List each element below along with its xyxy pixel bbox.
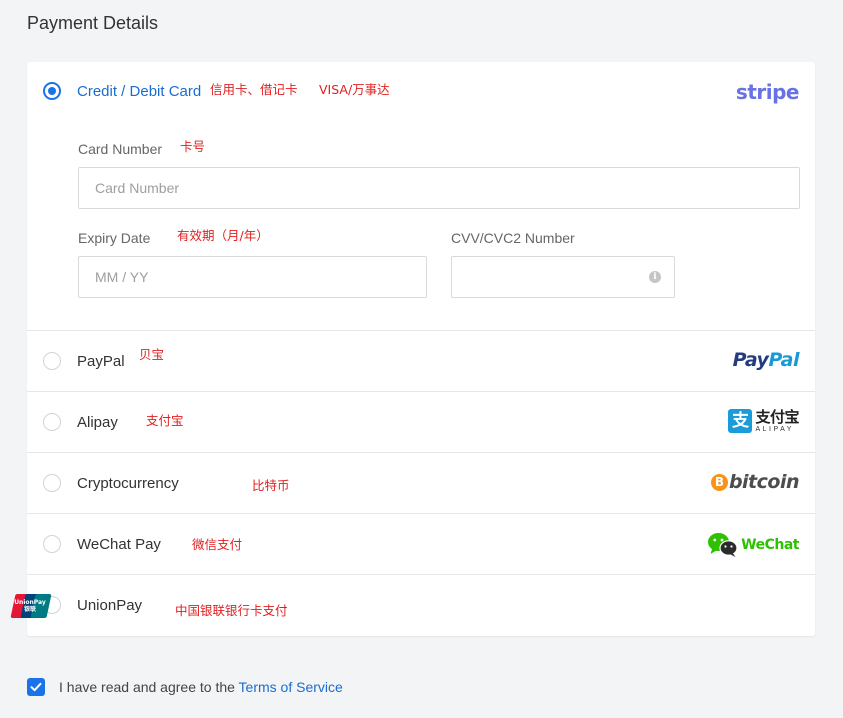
payment-option-crypto[interactable]: Cryptocurrency 比特币 B bitcoin bbox=[27, 452, 815, 513]
unionpay-note: 中国银联银行卡支付 bbox=[175, 603, 288, 618]
card-number-input[interactable] bbox=[78, 167, 800, 209]
terms-agreement: I have read and agree to the Terms of Se… bbox=[59, 679, 343, 695]
page-title: Payment Details bbox=[27, 13, 159, 33]
wechat-label[interactable]: WeChat Pay bbox=[77, 536, 161, 553]
card-number-note: 卡号 bbox=[180, 139, 206, 154]
payment-option-card: Credit / Debit Card 信用卡、借记卡 VISA/万事达 str… bbox=[27, 62, 815, 330]
paypal-radio[interactable] bbox=[43, 352, 61, 370]
wechat-logo: WeChat bbox=[707, 532, 799, 558]
payment-option-paypal[interactable]: PayPal 贝宝 PayPal bbox=[27, 330, 815, 391]
payment-methods-panel: Credit / Debit Card 信用卡、借记卡 VISA/万事达 str… bbox=[10, 62, 815, 636]
terms-text: I have read and agree to the bbox=[59, 679, 239, 695]
wechat-note: 微信支付 bbox=[192, 537, 243, 552]
card-number-label: Card Number bbox=[78, 141, 163, 157]
card-radio[interactable] bbox=[43, 82, 61, 100]
info-icon[interactable]: i bbox=[649, 271, 661, 283]
expiry-date-input[interactable] bbox=[78, 256, 427, 298]
alipay-icon: 支 bbox=[728, 409, 753, 433]
alipay-logo: 支 支付宝 ALIPAY bbox=[728, 409, 799, 433]
expiry-date-note: 有效期（月/年） bbox=[177, 228, 269, 243]
crypto-label[interactable]: Cryptocurrency bbox=[77, 475, 179, 492]
terms-checkbox[interactable] bbox=[27, 678, 45, 696]
crypto-note: 比特币 bbox=[252, 478, 290, 493]
alipay-note: 支付宝 bbox=[146, 413, 184, 428]
terms-of-service-link[interactable]: Terms of Service bbox=[239, 679, 343, 695]
bitcoin-icon: B bbox=[710, 473, 728, 491]
wechat-icon bbox=[708, 533, 738, 557]
payment-option-unionpay[interactable]: UnionPay 中国银联银行卡支付 UnionPay 银联 bbox=[10, 574, 815, 636]
card-brands-note: VISA/万事达 bbox=[319, 82, 390, 97]
card-option-label[interactable]: Credit / Debit Card bbox=[77, 83, 201, 100]
card-types-note: 信用卡、借记卡 bbox=[210, 82, 298, 97]
paypal-note: 贝宝 bbox=[139, 347, 165, 362]
cvv-input[interactable] bbox=[451, 256, 675, 298]
bitcoin-logo: B bitcoin bbox=[710, 471, 800, 493]
alipay-radio[interactable] bbox=[43, 413, 61, 431]
crypto-radio[interactable] bbox=[43, 474, 61, 492]
checkmark-icon bbox=[30, 682, 42, 692]
payment-option-wechat[interactable]: WeChat Pay 微信支付 WeChat bbox=[27, 513, 815, 574]
unionpay-logo: UnionPay 银联 bbox=[10, 594, 52, 618]
wechat-radio[interactable] bbox=[43, 535, 61, 553]
paypal-logo: PayPal bbox=[732, 349, 800, 371]
expiry-date-label: Expiry Date bbox=[78, 230, 151, 246]
unionpay-label[interactable]: UnionPay bbox=[77, 597, 142, 614]
stripe-logo: stripe bbox=[735, 80, 800, 104]
cvv-label: CVV/CVC2 Number bbox=[451, 230, 575, 246]
paypal-label[interactable]: PayPal bbox=[77, 353, 125, 370]
payment-option-alipay[interactable]: Alipay 支付宝 支 支付宝 ALIPAY bbox=[27, 391, 815, 452]
alipay-label[interactable]: Alipay bbox=[77, 414, 118, 431]
